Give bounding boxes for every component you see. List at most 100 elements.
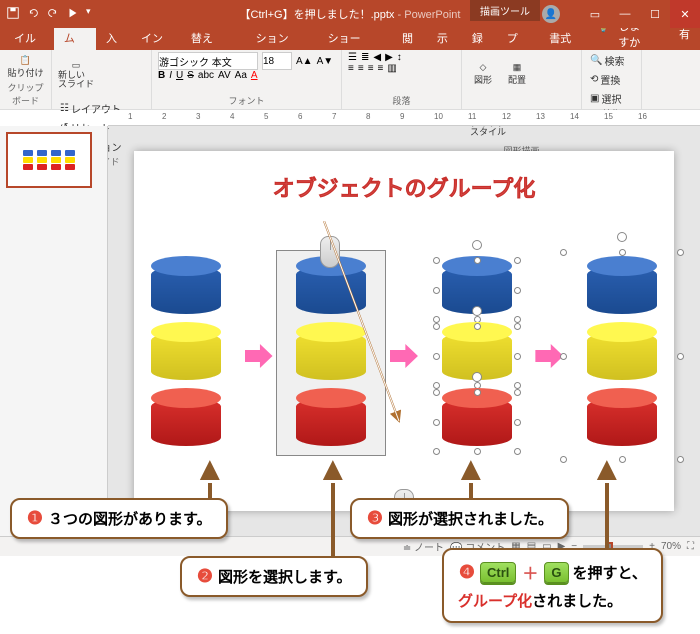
decrease-font-icon[interactable]: A▼ [317,56,334,67]
char-spacing-button[interactable]: AV [218,70,231,81]
save-icon[interactable] [6,6,20,23]
window-title: 【Ctrl+G】を押しました！.pptx - PowerPoint [240,6,461,22]
cylinder-red-2[interactable] [296,398,366,446]
fit-to-window-icon[interactable]: ⛶ [687,541,694,552]
group-drawing: ◇図形 ▦配置 ◉クイック スタイル 図形描画 [462,50,582,109]
arrange-button[interactable]: ▦配置 [502,52,532,96]
strike-button[interactable]: S [187,70,194,81]
ruler-tick: 9 [400,112,404,121]
selected-red-3[interactable] [442,398,512,446]
ruler-tick: 5 [264,112,268,121]
italic-button[interactable]: I [169,70,172,81]
stack-4[interactable] [577,266,667,446]
undo-icon[interactable] [26,6,40,23]
group-font: A▲ A▼ B I U S abc AV Aa A フォント [152,50,342,109]
group-clipboard: 📋 貼り付け クリップボード [0,50,52,109]
ruler-tick: 1 [128,112,132,121]
align-left-button[interactable]: ≡ [348,63,354,74]
plus-icon: ＋ [520,560,540,584]
ruler-tick: 12 [502,112,511,121]
new-slide-icon: ▭ [72,60,81,71]
minimize-button[interactable]: — [610,0,640,28]
line-spacing-button[interactable]: ↕ [397,52,402,63]
font-family-combo[interactable] [158,52,258,70]
app-name: - PowerPoint [398,9,461,21]
cylinder-blue-2[interactable] [296,266,366,314]
filename: 【Ctrl+G】を押しました！.pptx [240,9,395,21]
cylinder-red-4 [587,398,657,446]
cylinder-yellow-1[interactable] [151,332,221,380]
find-button[interactable]: 🔍 検索 [588,52,635,69]
callout-number-3: ❸ [366,510,384,528]
cylinder-yellow-4 [587,332,657,380]
align-center-button[interactable]: ≡ [358,63,364,74]
ruler-tick: 4 [230,112,234,121]
notes-button[interactable]: ≐ ノート [403,539,444,554]
paste-icon: 📋 [20,55,31,66]
callout-number-2: ❷ [196,568,214,586]
cylinder-blue-1[interactable] [151,266,221,314]
start-icon[interactable] [66,6,80,23]
ribbon-options-icon[interactable]: ▭ [580,0,610,28]
rotate-handle-icon[interactable] [472,240,482,250]
align-right-button[interactable]: ≡ [368,63,374,74]
rotate-handle-icon[interactable] [472,372,482,382]
arrange-icon: ▦ [513,62,522,73]
close-button[interactable]: ✕ [670,0,700,28]
indent-inc-button[interactable]: ▶ [385,52,393,63]
user-avatar[interactable]: 👤 [542,5,560,23]
key-g: G [544,562,568,583]
title-bar: ▾ 【Ctrl+G】を押しました！.pptx - PowerPoint 描画ツー… [0,0,700,28]
callout-number-4: ❹ [458,563,476,581]
callout-2: ❷ 図形を選択します。 [180,556,368,597]
shapes-icon: ◇ [480,62,487,73]
ribbon: 📋 貼り付け クリップボード ▭ 新しい スライド ☷ レイアウト ↺ リセット… [0,50,700,110]
font-size-combo[interactable] [262,52,292,70]
ruler-tick: 10 [434,112,443,121]
qat-more-icon[interactable]: ▾ [86,6,91,23]
callout-arrow-2: ▲ [316,450,350,563]
justify-button[interactable]: ≡ [378,63,384,74]
paste-button[interactable]: 📋 貼り付け [6,52,45,81]
group-label-paragraph: 段落 [348,94,455,107]
ruler-tick: 13 [536,112,545,121]
group-paragraph: ☰ ≣ ◀ ▶ ↕ ≡ ≡ ≡ ≡ ▥ 段落 [342,50,462,109]
increase-font-icon[interactable]: A▲ [296,56,313,67]
select-button[interactable]: ▣ 選択 [588,90,635,107]
callout-number-1: ❶ [26,510,44,528]
bullets-button[interactable]: ☰ [348,52,357,63]
zoom-level[interactable]: 70% [661,541,681,552]
maximize-button[interactable]: ☐ [640,0,670,28]
numbering-button[interactable]: ≣ [361,52,369,63]
ruler-tick: 8 [366,112,370,121]
redo-icon[interactable] [46,6,60,23]
ruler-tick: 11 [468,112,476,121]
rotate-handle-icon[interactable] [617,232,627,242]
group-slides: ▭ 新しい スライド ☷ レイアウト ↺ リセット ▤ セクション スライド [52,50,152,109]
slide-title: オブジェクトのグループ化 [273,171,536,203]
underline-button[interactable]: U [176,70,183,81]
case-button[interactable]: Aa [235,70,247,81]
cylinder-yellow-2[interactable] [296,332,366,380]
ruler-tick: 6 [298,112,302,121]
slide-thumbnails-pane[interactable]: 1 [0,126,108,536]
quick-access-toolbar: ▾ [0,6,97,23]
indent-dec-button[interactable]: ◀ [373,52,381,63]
new-slide-button[interactable]: ▭ 新しい スライド [58,52,94,96]
shapes-button[interactable]: ◇図形 [468,52,498,96]
callout-4-text2b: されました。 [532,593,622,610]
columns-button[interactable]: ▥ [387,63,396,74]
callout-text-2: 図形を選択します。 [218,566,352,587]
font-color-button[interactable]: A [251,70,258,81]
cylinder-red-1[interactable] [151,398,221,446]
callout-text-3: 図形が選択されました。 [388,508,553,529]
callout-4: ❹ Ctrl ＋ G を押すと、 グループ化されました。 [442,548,663,623]
ruler-tick: 14 [570,112,579,121]
callout-3: ❸ 図形が選択されました。 [350,498,569,539]
slide-thumbnail-1[interactable]: 1 [6,132,92,188]
shadow-button[interactable]: abc [198,70,214,81]
rotate-handle-icon[interactable] [472,306,482,316]
callout-4-text1: を押すと、 [573,562,647,583]
bold-button[interactable]: B [158,70,165,81]
replace-button[interactable]: ⟲ 置換 [588,71,635,88]
